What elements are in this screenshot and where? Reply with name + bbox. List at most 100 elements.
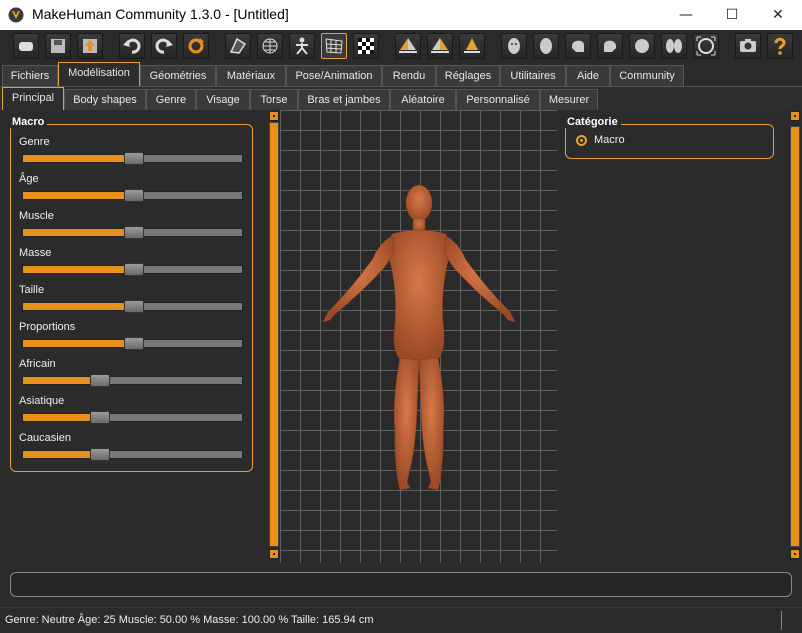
reset-button[interactable] <box>183 33 209 59</box>
left-scroll-down-button[interactable] <box>269 549 279 559</box>
macro-group-title: Macro <box>9 116 48 128</box>
slider-track[interactable] <box>22 263 243 276</box>
help-button[interactable] <box>767 33 793 59</box>
face-button[interactable] <box>501 33 527 59</box>
left-profile-button[interactable] <box>565 33 591 59</box>
slider-handle[interactable] <box>124 300 144 313</box>
title-bar: MakeHuman Community 1.3.0 - [Untitled] —… <box>0 0 802 30</box>
smooth-button[interactable] <box>225 33 251 59</box>
tab-community[interactable]: Community <box>610 65 684 86</box>
right-profile-button[interactable] <box>597 33 623 59</box>
top-view-icon <box>635 39 649 53</box>
slider-handle[interactable] <box>124 152 144 165</box>
new-file-button[interactable] <box>13 33 39 59</box>
split-view-button[interactable] <box>661 33 687 59</box>
screenshot-button[interactable] <box>735 33 761 59</box>
right-scroll-up-button[interactable] <box>790 111 800 121</box>
makehuman-logo-icon <box>8 7 24 23</box>
slider-label: Âge <box>19 173 39 185</box>
tab-geometries[interactable]: Géométries <box>140 65 216 86</box>
slider-label: Asiatique <box>19 395 65 407</box>
background-button[interactable] <box>353 33 379 59</box>
frame-icon <box>696 36 716 56</box>
slider-track[interactable] <box>22 300 243 313</box>
tab-aleatoire[interactable]: Aléatoire <box>390 89 456 110</box>
slider-label: Genre <box>19 136 50 148</box>
slider-handle[interactable] <box>90 448 110 461</box>
tab-rendu[interactable]: Rendu <box>382 65 436 86</box>
tab-genre[interactable]: Genre <box>146 89 196 110</box>
macro-radio-button[interactable] <box>576 135 587 146</box>
slider-track[interactable] <box>22 374 243 387</box>
minimize-button[interactable]: — <box>663 0 709 30</box>
close-button[interactable]: ✕ <box>755 0 801 30</box>
slider-track[interactable] <box>22 189 243 202</box>
pose-button[interactable] <box>289 33 315 59</box>
maximize-button[interactable]: ☐ <box>709 0 755 30</box>
slider-handle[interactable] <box>90 411 110 424</box>
macro-radio-label[interactable]: Macro <box>594 134 625 146</box>
slider-fill <box>23 192 126 199</box>
tab-fichiers[interactable]: Fichiers <box>2 65 58 86</box>
face-icon <box>508 38 520 54</box>
export-button[interactable] <box>77 33 103 59</box>
tab-personnalise[interactable]: Personnalisé <box>456 89 540 110</box>
slider-fill <box>23 266 126 273</box>
tab-reglages[interactable]: Réglages <box>436 65 500 86</box>
slider-track[interactable] <box>22 411 243 424</box>
right-scroll-down-button[interactable] <box>790 549 800 559</box>
back-view-icon <box>431 38 449 53</box>
slider-fill <box>23 451 92 458</box>
tab-bras-et-jambes[interactable]: Bras et jambes <box>298 89 390 110</box>
toolbar <box>0 30 802 62</box>
right-panel-scrollbar[interactable] <box>790 126 800 547</box>
redo-button[interactable] <box>151 33 177 59</box>
slider-handle[interactable] <box>124 337 144 350</box>
wireframe-button[interactable] <box>257 33 283 59</box>
tab-body-shapes[interactable]: Body shapes <box>64 89 146 110</box>
top-view-button[interactable] <box>629 33 655 59</box>
slider-label: Muscle <box>19 210 54 222</box>
side-view-button[interactable] <box>459 33 485 59</box>
back-view-button[interactable] <box>427 33 453 59</box>
front-view-button[interactable] <box>395 33 421 59</box>
slider-track[interactable] <box>22 448 243 461</box>
tab-torse[interactable]: Torse <box>250 89 298 110</box>
sub-tab-bar: Principal Body shapes Genre Visage Torse… <box>0 86 802 110</box>
tab-materiaux[interactable]: Matériaux <box>216 65 286 86</box>
tab-modelisation[interactable]: Modélisation <box>58 62 140 86</box>
undo-button[interactable] <box>119 33 145 59</box>
tab-utilitaires[interactable]: Utilitaires <box>500 65 566 86</box>
frame-button[interactable] <box>693 33 719 59</box>
tab-pose-animation[interactable]: Pose/Animation <box>286 65 382 86</box>
slider-fill <box>23 303 126 310</box>
tab-visage[interactable]: Visage <box>196 89 250 110</box>
side-view-icon <box>464 38 480 53</box>
tab-aide[interactable]: Aide <box>566 65 610 86</box>
slider-handle[interactable] <box>124 226 144 239</box>
slider-track[interactable] <box>22 226 243 239</box>
pose-icon <box>296 37 308 55</box>
slider-handle[interactable] <box>124 189 144 202</box>
head-button[interactable] <box>533 33 559 59</box>
export-icon <box>83 39 97 53</box>
status-divider <box>781 611 782 630</box>
slider-label: Caucasien <box>19 432 71 444</box>
grid-button[interactable] <box>321 33 347 59</box>
slider-handle[interactable] <box>90 374 110 387</box>
slider-fill <box>23 340 126 347</box>
slider-track[interactable] <box>22 152 243 165</box>
slider-track[interactable] <box>22 337 243 350</box>
grid-icon <box>325 38 343 54</box>
background-icon <box>358 38 374 54</box>
screenshot-icon <box>740 39 756 52</box>
left-scroll-up-button[interactable] <box>269 111 279 121</box>
3d-viewport[interactable] <box>280 110 557 563</box>
tab-principal[interactable]: Principal <box>2 87 64 110</box>
split-view-icon <box>666 39 682 53</box>
slider-handle[interactable] <box>124 263 144 276</box>
command-input[interactable] <box>10 572 792 597</box>
save-button[interactable] <box>45 33 71 59</box>
tab-mesurer[interactable]: Mesurer <box>540 89 598 110</box>
left-panel-scrollbar[interactable] <box>269 122 279 547</box>
